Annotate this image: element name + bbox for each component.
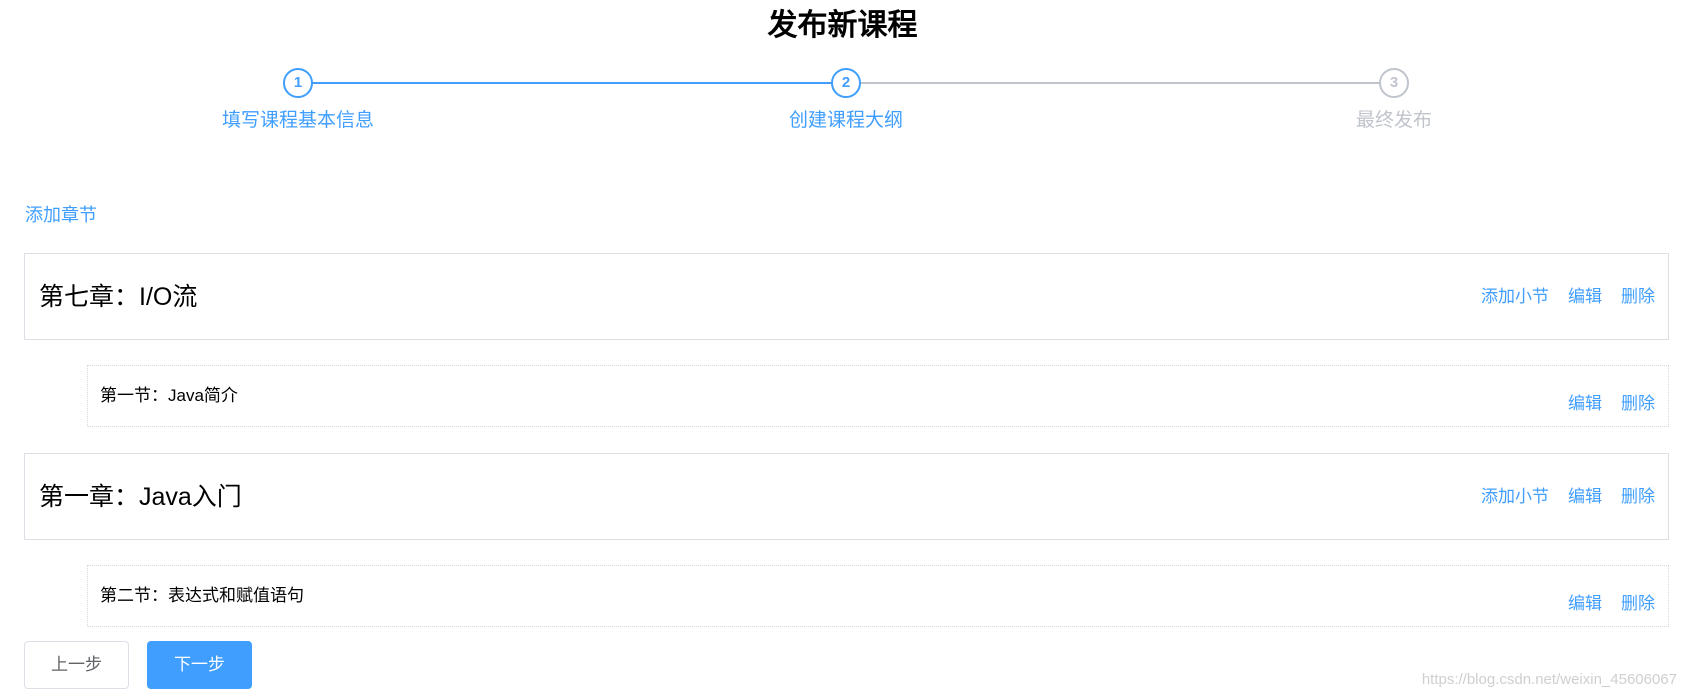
step-label: 最终发布 bbox=[1355, 110, 1432, 131]
edit-chapter-link[interactable]: 编辑 bbox=[1568, 486, 1602, 508]
delete-chapter-link[interactable]: 删除 bbox=[1621, 486, 1655, 508]
course-steps: 1 填写课程基本信息 2 创建课程大纲 3 最终发布 bbox=[24, 68, 1668, 138]
previous-step-button[interactable]: 上一步 bbox=[24, 641, 129, 689]
step-number-circle: 2 bbox=[831, 68, 861, 98]
section-title: 第二节：表达式和赋值语句 bbox=[100, 586, 304, 605]
watermark: https://blog.csdn.net/weixin_45606067 bbox=[1421, 671, 1677, 688]
section-actions: 编辑 删除 bbox=[1568, 593, 1655, 615]
step-number-circle: 3 bbox=[1379, 68, 1409, 98]
chapter-actions: 添加小节 编辑 删除 bbox=[1481, 286, 1655, 308]
step-label: 创建课程大纲 bbox=[788, 110, 903, 131]
section-row: 第二节：表达式和赋值语句 编辑 删除 bbox=[87, 565, 1669, 627]
section-row: 第一节：Java简介 编辑 删除 bbox=[87, 365, 1669, 427]
chapter-actions: 添加小节 编辑 删除 bbox=[1481, 486, 1655, 508]
add-section-link[interactable]: 添加小节 bbox=[1481, 486, 1549, 508]
add-chapter-link[interactable]: 添加章节 bbox=[25, 204, 97, 226]
chapter-row: 第七章：I/O流 添加小节 编辑 删除 bbox=[24, 253, 1669, 340]
edit-section-link[interactable]: 编辑 bbox=[1568, 393, 1602, 415]
publish-course-page: 发布新课程 1 填写课程基本信息 2 创建课程大纲 3 最终发布 添加章节 第七… bbox=[0, 0, 1685, 698]
delete-section-link[interactable]: 删除 bbox=[1621, 593, 1655, 615]
chapter-title: 第七章：I/O流 bbox=[39, 282, 198, 311]
edit-chapter-link[interactable]: 编辑 bbox=[1568, 286, 1602, 308]
edit-section-link[interactable]: 编辑 bbox=[1568, 593, 1602, 615]
next-step-button[interactable]: 下一步 bbox=[147, 641, 252, 689]
chapter-row: 第一章：Java入门 添加小节 编辑 删除 bbox=[24, 453, 1669, 540]
delete-section-link[interactable]: 删除 bbox=[1621, 393, 1655, 415]
chapter-title: 第一章：Java入门 bbox=[39, 482, 242, 511]
step-basic-info: 1 填写课程基本信息 bbox=[24, 68, 572, 138]
section-title: 第一节：Java简介 bbox=[100, 386, 238, 405]
section-actions: 编辑 删除 bbox=[1568, 393, 1655, 415]
step-final-publish: 3 最终发布 bbox=[1120, 68, 1668, 138]
step-number-circle: 1 bbox=[283, 68, 313, 98]
add-section-link[interactable]: 添加小节 bbox=[1481, 286, 1549, 308]
page-title: 发布新课程 bbox=[767, 9, 918, 42]
step-course-outline: 2 创建课程大纲 bbox=[572, 68, 1120, 138]
delete-chapter-link[interactable]: 删除 bbox=[1621, 286, 1655, 308]
step-label: 填写课程基本信息 bbox=[221, 110, 374, 131]
